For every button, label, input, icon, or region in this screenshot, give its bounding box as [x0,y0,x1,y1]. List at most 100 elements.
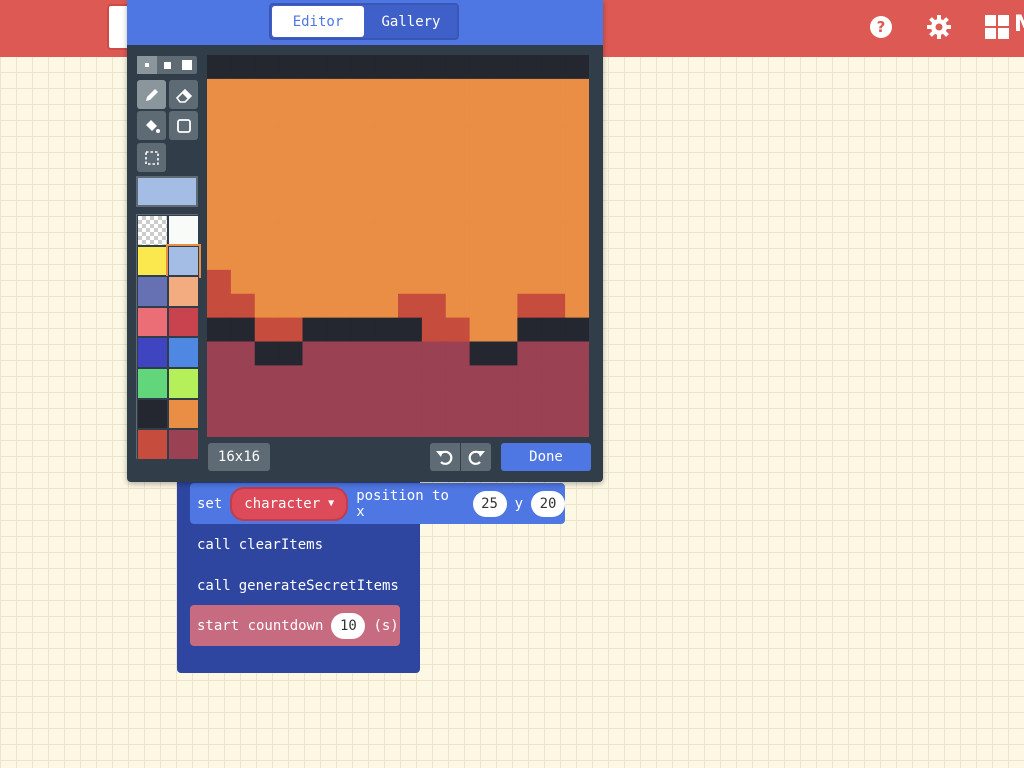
eraser-tool[interactable] [169,80,198,109]
canvas-pixel[interactable] [469,341,494,366]
canvas-pixel[interactable] [445,222,471,247]
canvas-pixel[interactable] [421,150,447,175]
canvas-pixel[interactable] [517,365,542,390]
canvas-pixel[interactable] [517,78,542,104]
canvas-pixel[interactable] [254,198,280,223]
canvas-pixel[interactable] [374,198,399,223]
canvas-pixel[interactable] [230,55,256,80]
canvas-pixel[interactable] [517,55,542,80]
palette-swatch[interactable] [168,337,199,368]
canvas-pixel[interactable] [326,150,351,175]
canvas-pixel[interactable] [302,126,327,151]
canvas-pixel[interactable] [326,126,351,151]
canvas-pixel[interactable] [421,365,447,390]
canvas-pixel[interactable] [374,126,399,151]
canvas-pixel[interactable] [469,55,494,80]
canvas-pixel[interactable] [374,102,399,128]
canvas-pixel[interactable] [541,150,566,175]
canvas-pixel[interactable] [398,78,423,104]
canvas-pixel[interactable] [493,246,518,271]
canvas-pixel[interactable] [469,102,494,128]
canvas-pixel[interactable] [445,174,471,199]
canvas-pixel[interactable] [278,365,303,390]
canvas-pixel[interactable] [493,102,518,128]
canvas-pixel[interactable] [445,246,471,271]
canvas-pixel[interactable] [207,317,232,342]
canvas-pixel[interactable] [326,174,351,199]
palette-swatch[interactable] [137,429,168,460]
canvas-pixel[interactable] [469,126,494,151]
canvas-pixel[interactable] [445,150,471,175]
canvas-pixel[interactable] [374,269,399,295]
canvas-pixel[interactable] [207,198,232,223]
palette-swatch[interactable] [168,429,199,460]
canvas-pixel[interactable] [326,198,351,223]
canvas-pixel[interactable] [469,389,494,414]
canvas-pixel[interactable] [350,413,375,437]
palette-swatch[interactable] [137,215,168,246]
canvas-pixel[interactable] [493,413,518,437]
canvas-pixel[interactable] [350,293,375,319]
canvas-pixel[interactable] [230,222,256,247]
canvas-pixel[interactable] [398,198,423,223]
canvas-pixel[interactable] [565,222,589,247]
canvas-pixel[interactable] [374,174,399,199]
canvas-pixel[interactable] [302,317,327,342]
canvas-pixel[interactable] [302,55,327,80]
canvas-pixel[interactable] [350,341,375,366]
canvas-pixel[interactable] [398,126,423,151]
canvas-pixel[interactable] [254,317,280,342]
canvas-pixel[interactable] [493,365,518,390]
canvas-pixel[interactable] [565,55,589,80]
canvas-pixel[interactable] [421,102,447,128]
canvas-pixel[interactable] [565,293,589,319]
canvas-pixel[interactable] [421,341,447,366]
canvas-pixel[interactable] [278,341,303,366]
canvas-pixel[interactable] [207,174,232,199]
start-countdown-block[interactable]: start countdown 10 (s) [190,605,400,646]
canvas-pixel[interactable] [374,317,399,342]
canvas-pixel[interactable] [469,269,494,295]
palette-swatch[interactable] [168,306,199,338]
canvas-pixel[interactable] [207,55,232,80]
canvas-pixel[interactable] [374,293,399,319]
canvas-pixel[interactable] [230,389,256,414]
canvas-pixel[interactable] [326,389,351,414]
canvas-pixel[interactable] [254,126,280,151]
canvas-pixel[interactable] [469,246,494,271]
palette-swatch[interactable] [168,367,199,399]
canvas-pixel[interactable] [230,174,256,199]
canvas-pixel[interactable] [207,269,232,295]
canvas-pixel[interactable] [517,341,542,366]
canvas-pixel[interactable] [254,341,280,366]
canvas-pixel[interactable] [469,174,494,199]
canvas-pixel[interactable] [278,293,303,319]
canvas-pixel[interactable] [326,102,351,128]
canvas-pixel[interactable] [326,222,351,247]
canvas-pixel[interactable] [207,341,232,366]
brush-size-small[interactable] [137,56,157,74]
canvas-pixel[interactable] [517,174,542,199]
canvas-pixel[interactable] [230,78,256,104]
call-clear-items-block[interactable]: call clearItems [190,524,326,565]
canvas-pixel[interactable] [469,198,494,223]
canvas-pixel[interactable] [421,55,447,80]
canvas-pixel[interactable] [230,317,256,342]
canvas-pixel[interactable] [517,317,542,342]
canvas-pixel[interactable] [565,174,589,199]
canvas-pixel[interactable] [302,293,327,319]
tab-gallery[interactable]: Gallery [365,5,457,38]
palette-swatch[interactable] [168,215,199,246]
redo-button[interactable] [461,443,491,471]
canvas-pixel[interactable] [230,198,256,223]
canvas-pixel[interactable] [326,413,351,437]
canvas-pixel[interactable] [374,55,399,80]
canvas-pixel[interactable] [421,413,447,437]
canvas-pixel[interactable] [278,246,303,271]
windows-logo-icon[interactable] [984,14,1010,40]
canvas-pixel[interactable] [278,198,303,223]
canvas-pixel[interactable] [445,389,471,414]
canvas-pixel[interactable] [398,150,423,175]
canvas-pixel[interactable] [302,269,327,295]
canvas-pixel[interactable] [541,198,566,223]
